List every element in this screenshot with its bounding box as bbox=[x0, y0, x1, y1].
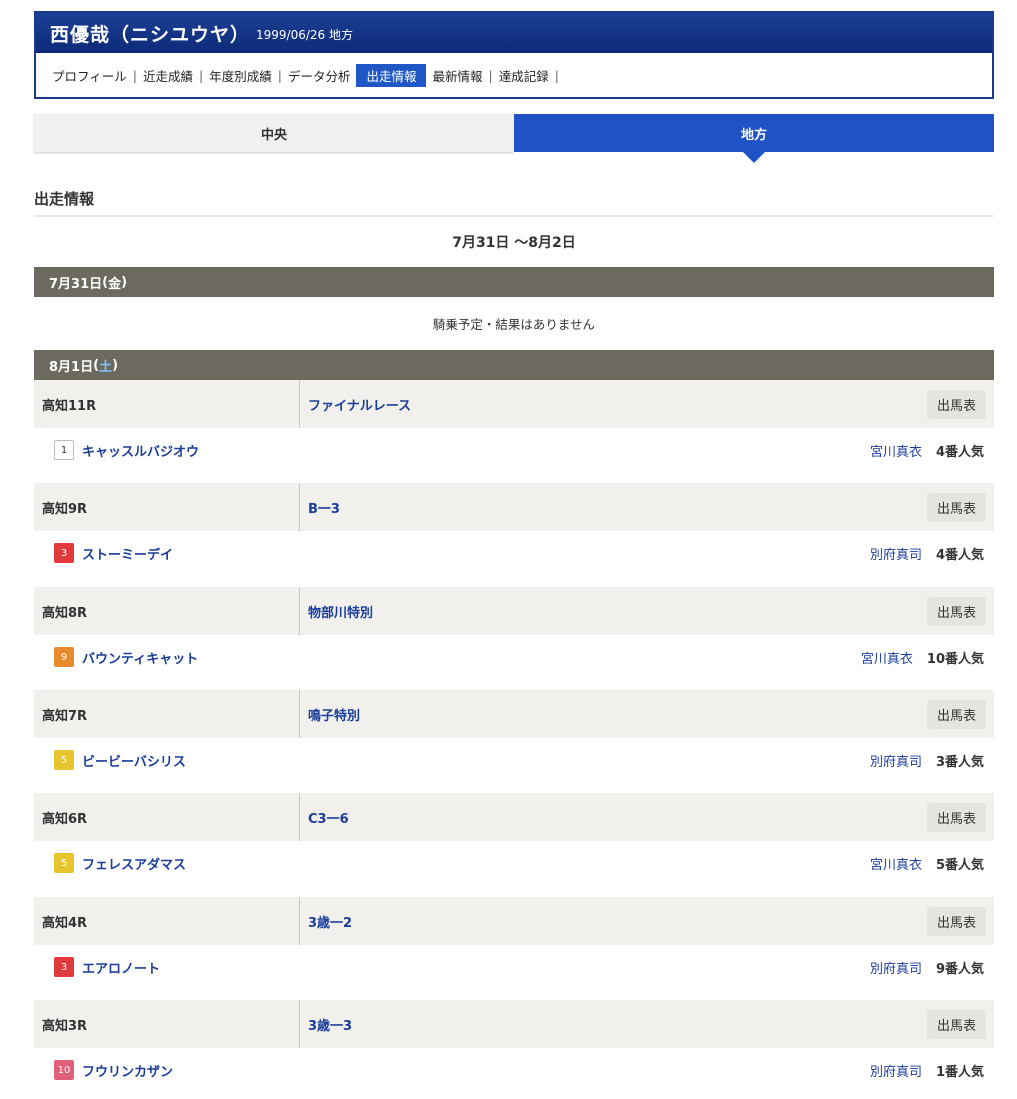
entry-table-button[interactable]: 出馬表 bbox=[926, 1009, 986, 1039]
nav-item[interactable]: 最新情報 bbox=[430, 66, 484, 85]
day-header: 8月1日(土) bbox=[34, 350, 994, 380]
profile-box: 西優哉（ニシユウヤ） 1999/06/26 地方 プロフィール | 近走成績 | 年度別… bbox=[34, 11, 994, 99]
race-row: 高知8R 物部川特別 出馬表 bbox=[34, 587, 994, 635]
gate-number-badge: 5 bbox=[54, 853, 74, 873]
horse-name-link[interactable]: フェレスアダマス bbox=[82, 854, 186, 873]
no-ride-message: 騎乗予定・結果はありません bbox=[432, 317, 596, 332]
nav-item[interactable]: 近走成績 bbox=[141, 66, 195, 85]
profile-header: 西優哉（ニシユウヤ） 1999/06/26 地方 bbox=[36, 13, 992, 53]
race-name-link[interactable]: B一3 bbox=[300, 498, 927, 517]
race-name-link[interactable]: C3一6 bbox=[300, 808, 927, 827]
popularity: 4番人気 bbox=[935, 547, 984, 563]
jockey-meta: 1999/06/26 地方 bbox=[256, 27, 353, 42]
entry-table-button[interactable]: 出馬表 bbox=[926, 802, 986, 832]
jockey-link[interactable]: 別府真司 bbox=[870, 544, 922, 563]
entry-table-button[interactable]: 出馬表 bbox=[926, 492, 986, 522]
day-of-week: 金 bbox=[108, 276, 122, 292]
horse-row: 3 ストーミーデイ 別府真司 4番人気 bbox=[34, 533, 994, 573]
horse-row: 9 バウンティキャット 宮川真衣 10番人気 bbox=[34, 637, 994, 677]
region-tabs: 中央 地方 bbox=[34, 114, 994, 163]
jockey-link[interactable]: 別府真司 bbox=[870, 751, 922, 770]
horse-row: 1 キャッスルバジオウ 宮川真衣 4番人気 bbox=[34, 430, 994, 470]
horse-row: 3 エアロノート 別府真司 9番人気 bbox=[34, 947, 994, 987]
popularity: 5番人気 bbox=[935, 857, 984, 873]
day-header: 7月31日(金) bbox=[34, 267, 994, 297]
horse-row: 10 フウリンカザン 別府真司 1番人気 bbox=[34, 1050, 994, 1090]
race-row: 高知6R C3一6 出馬表 bbox=[34, 793, 994, 841]
nav-item[interactable]: 年度別成績 bbox=[207, 66, 274, 85]
entry-table-button[interactable]: 出馬表 bbox=[926, 699, 986, 729]
race-name-link[interactable]: ファイナルレース bbox=[300, 395, 927, 414]
day-date: 8月1日 bbox=[49, 359, 94, 375]
horse-name-link[interactable]: フウリンカザン bbox=[82, 1061, 173, 1080]
horse-name-link[interactable]: ストーミーデイ bbox=[82, 544, 173, 563]
date-range: 7月31日 〜8月2日 bbox=[452, 235, 576, 251]
day-date: 7月31日 bbox=[49, 276, 103, 292]
gate-number-badge: 1 bbox=[54, 440, 74, 460]
horse-name-link[interactable]: ビービーバシリス bbox=[82, 751, 186, 770]
race-name-link[interactable]: 3歳一3 bbox=[300, 1015, 927, 1034]
race-number: 高知9R bbox=[34, 483, 300, 531]
jockey-link[interactable]: 宮川真衣 bbox=[870, 441, 922, 460]
nav-item[interactable]: プロフィール bbox=[50, 66, 129, 85]
nav-separator: | bbox=[488, 67, 493, 83]
nav-item[interactable]: 出走情報 bbox=[356, 63, 427, 87]
race-row: 高知4R 3歳一2 出馬表 bbox=[34, 897, 994, 945]
section-title: 出走情報 bbox=[34, 186, 994, 217]
horse-row: 5 フェレスアダマス 宮川真衣 5番人気 bbox=[34, 843, 994, 883]
race-number: 高知8R bbox=[34, 587, 300, 635]
race-number: 高知11R bbox=[34, 380, 300, 428]
dow-close-paren: ) bbox=[121, 274, 128, 290]
jockey-link[interactable]: 宮川真衣 bbox=[861, 648, 913, 667]
race-row: 高知9R B一3 出馬表 bbox=[34, 483, 994, 531]
race-name-link[interactable]: 鳴子特別 bbox=[300, 705, 927, 724]
horse-name-link[interactable]: エアロノート bbox=[82, 958, 160, 977]
race-name-link[interactable]: 3歳一2 bbox=[300, 912, 927, 931]
horse-row: 5 ビービーバシリス 別府真司 3番人気 bbox=[34, 740, 994, 780]
jockey-name: 西優哉（ニシユウヤ） bbox=[50, 23, 251, 46]
gate-number-badge: 10 bbox=[54, 1060, 74, 1080]
race-number: 高知6R bbox=[34, 793, 300, 841]
gate-number-badge: 3 bbox=[54, 543, 74, 563]
popularity: 10番人気 bbox=[926, 651, 984, 667]
gate-number-badge: 9 bbox=[54, 647, 74, 667]
gate-number-badge: 5 bbox=[54, 750, 74, 770]
nav-separator: | bbox=[199, 67, 204, 83]
nav-separator: | bbox=[132, 67, 137, 83]
race-number: 高知4R bbox=[34, 897, 300, 945]
nav-separator: | bbox=[554, 67, 559, 83]
jockey-link[interactable]: 別府真司 bbox=[870, 1061, 922, 1080]
popularity: 1番人気 bbox=[935, 1064, 984, 1080]
nav-item[interactable]: 達成記録 bbox=[497, 66, 551, 85]
popularity: 3番人気 bbox=[935, 754, 984, 770]
entry-table-button[interactable]: 出馬表 bbox=[926, 596, 986, 626]
race-number: 高知7R bbox=[34, 690, 300, 738]
nav-separator: | bbox=[277, 67, 282, 83]
tab-local[interactable]: 地方 bbox=[514, 114, 994, 163]
tab-central[interactable]: 中央 bbox=[34, 114, 514, 152]
race-row: 高知11R ファイナルレース 出馬表 bbox=[34, 380, 994, 428]
horse-name-link[interactable]: キャッスルバジオウ bbox=[82, 441, 199, 460]
entry-table-button[interactable]: 出馬表 bbox=[926, 906, 986, 936]
race-row: 高知7R 鳴子特別 出馬表 bbox=[34, 690, 994, 738]
jockey-link[interactable]: 宮川真衣 bbox=[870, 854, 922, 873]
race-row: 高知3R 3歳一3 出馬表 bbox=[34, 1000, 994, 1048]
popularity: 9番人気 bbox=[935, 961, 984, 977]
dow-close-paren: ) bbox=[112, 357, 119, 373]
gate-number-badge: 3 bbox=[54, 957, 74, 977]
entry-table-button[interactable]: 出馬表 bbox=[926, 389, 986, 419]
race-name-link[interactable]: 物部川特別 bbox=[300, 602, 927, 621]
race-number: 高知3R bbox=[34, 1000, 300, 1048]
horse-name-link[interactable]: バウンティキャット bbox=[82, 648, 198, 667]
profile-nav: プロフィール | 近走成績 | 年度別成績 | データ分析 出走情報 最新情報 | 達成記録 | bbox=[36, 53, 992, 97]
popularity: 4番人気 bbox=[935, 444, 984, 460]
jockey-link[interactable]: 別府真司 bbox=[870, 958, 922, 977]
nav-item[interactable]: データ分析 bbox=[286, 66, 353, 85]
day-of-week: 土 bbox=[99, 359, 113, 375]
